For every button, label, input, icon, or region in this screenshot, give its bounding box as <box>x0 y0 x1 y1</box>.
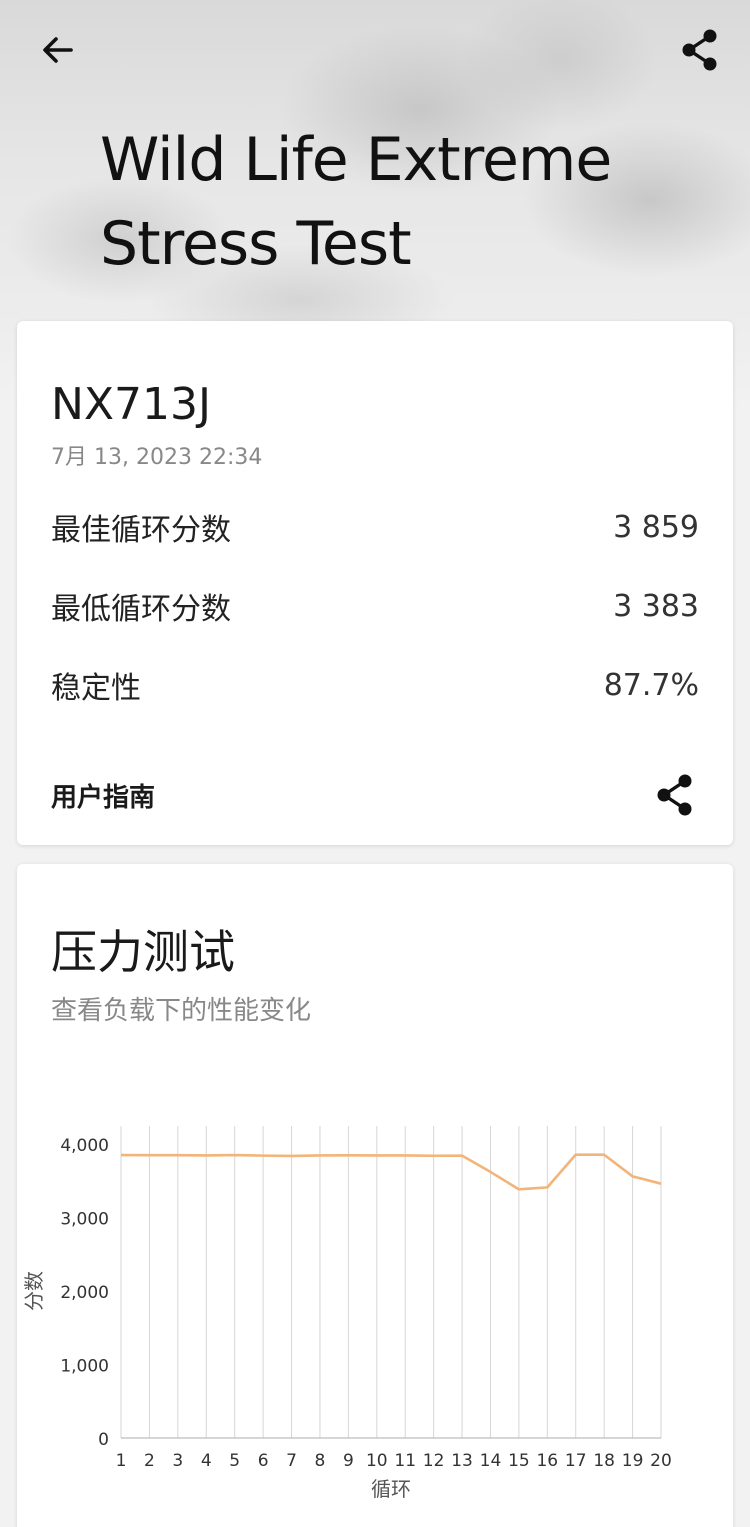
x-tick-label: 15 <box>508 1451 530 1471</box>
x-tick-label: 4 <box>201 1451 212 1471</box>
x-tick-label: 12 <box>423 1451 445 1471</box>
y-tick-label: 0 <box>98 1430 109 1450</box>
user-guide-link[interactable]: 用户指南 <box>51 767 699 823</box>
page-title-line2: Stress Test <box>100 209 412 279</box>
y-tick-label: 3,000 <box>60 1210 109 1230</box>
x-tick-label: 18 <box>593 1451 615 1471</box>
result-card: NX713J 7月 13, 2023 22:34 最佳循环分数 3 859 最低… <box>17 321 733 845</box>
x-tick-label: 20 <box>650 1451 672 1471</box>
y-tick-label: 1,000 <box>60 1357 109 1377</box>
user-guide-label: 用户指南 <box>51 782 156 813</box>
x-axis-label: 循环 <box>371 1477 411 1501</box>
y-tick-label: 4,000 <box>60 1136 109 1156</box>
x-tick-label: 14 <box>480 1451 502 1471</box>
y-axis-label: 分数 <box>22 1271 46 1311</box>
x-tick-label: 8 <box>315 1451 326 1471</box>
arrow-left-icon <box>43 37 73 63</box>
share-icon <box>657 774 692 816</box>
lowest-loop-score-row: 最低循环分数 3 383 <box>51 581 699 631</box>
x-tick-label: 3 <box>172 1451 183 1471</box>
page-title: Wild Life Extreme Stress Test <box>100 118 720 286</box>
x-tick-label: 6 <box>258 1451 269 1471</box>
x-tick-label: 9 <box>343 1451 354 1471</box>
share-button[interactable] <box>672 22 728 78</box>
stability-value: 87.7% <box>603 667 699 703</box>
x-tick-label: 16 <box>536 1451 558 1471</box>
stress-test-chart: 01,0002,0003,0004,0001 2 3 4 5 6 7 8 9 10 11 12 13 14… <box>22 1126 672 1501</box>
x-tick-label: 13 <box>451 1451 473 1471</box>
stability-label: 稳定性 <box>51 671 141 706</box>
stress-test-card: 压力测试 查看负载下的性能变化 0 1,000 2,000 3,000 4,000 1 2 3… <box>17 864 733 1527</box>
best-loop-score-value: 3 859 <box>613 509 699 545</box>
best-loop-score-row: 最佳循环分数 3 859 <box>51 502 699 552</box>
best-loop-score-label: 最佳循环分数 <box>51 513 231 548</box>
lowest-loop-score-value: 3 383 <box>613 588 699 624</box>
page-title-line1: Wild Life Extreme <box>100 125 612 195</box>
y-tick-label: 2,000 <box>60 1283 109 1303</box>
test-date: 7月 13, 2023 22:34 <box>51 445 263 470</box>
lowest-loop-score-label: 最低循环分数 <box>51 592 231 627</box>
device-name: NX713J <box>51 379 212 430</box>
x-tick-label: 7 <box>286 1451 297 1471</box>
x-tick-label: 10 <box>366 1451 388 1471</box>
back-button[interactable] <box>28 24 88 76</box>
x-tick-label: 5 <box>229 1451 240 1471</box>
x-tick-label: 17 <box>565 1451 587 1471</box>
stability-row: 稳定性 87.7% <box>51 660 699 710</box>
share-icon <box>682 29 717 71</box>
share-result-button[interactable] <box>651 771 699 819</box>
series-line <box>120 1153 662 1191</box>
x-tick-label: 19 <box>622 1451 644 1471</box>
x-tick-label: 2 <box>144 1451 155 1471</box>
x-tick-label: 1 <box>116 1451 127 1471</box>
x-tick-label: 11 <box>394 1451 416 1471</box>
